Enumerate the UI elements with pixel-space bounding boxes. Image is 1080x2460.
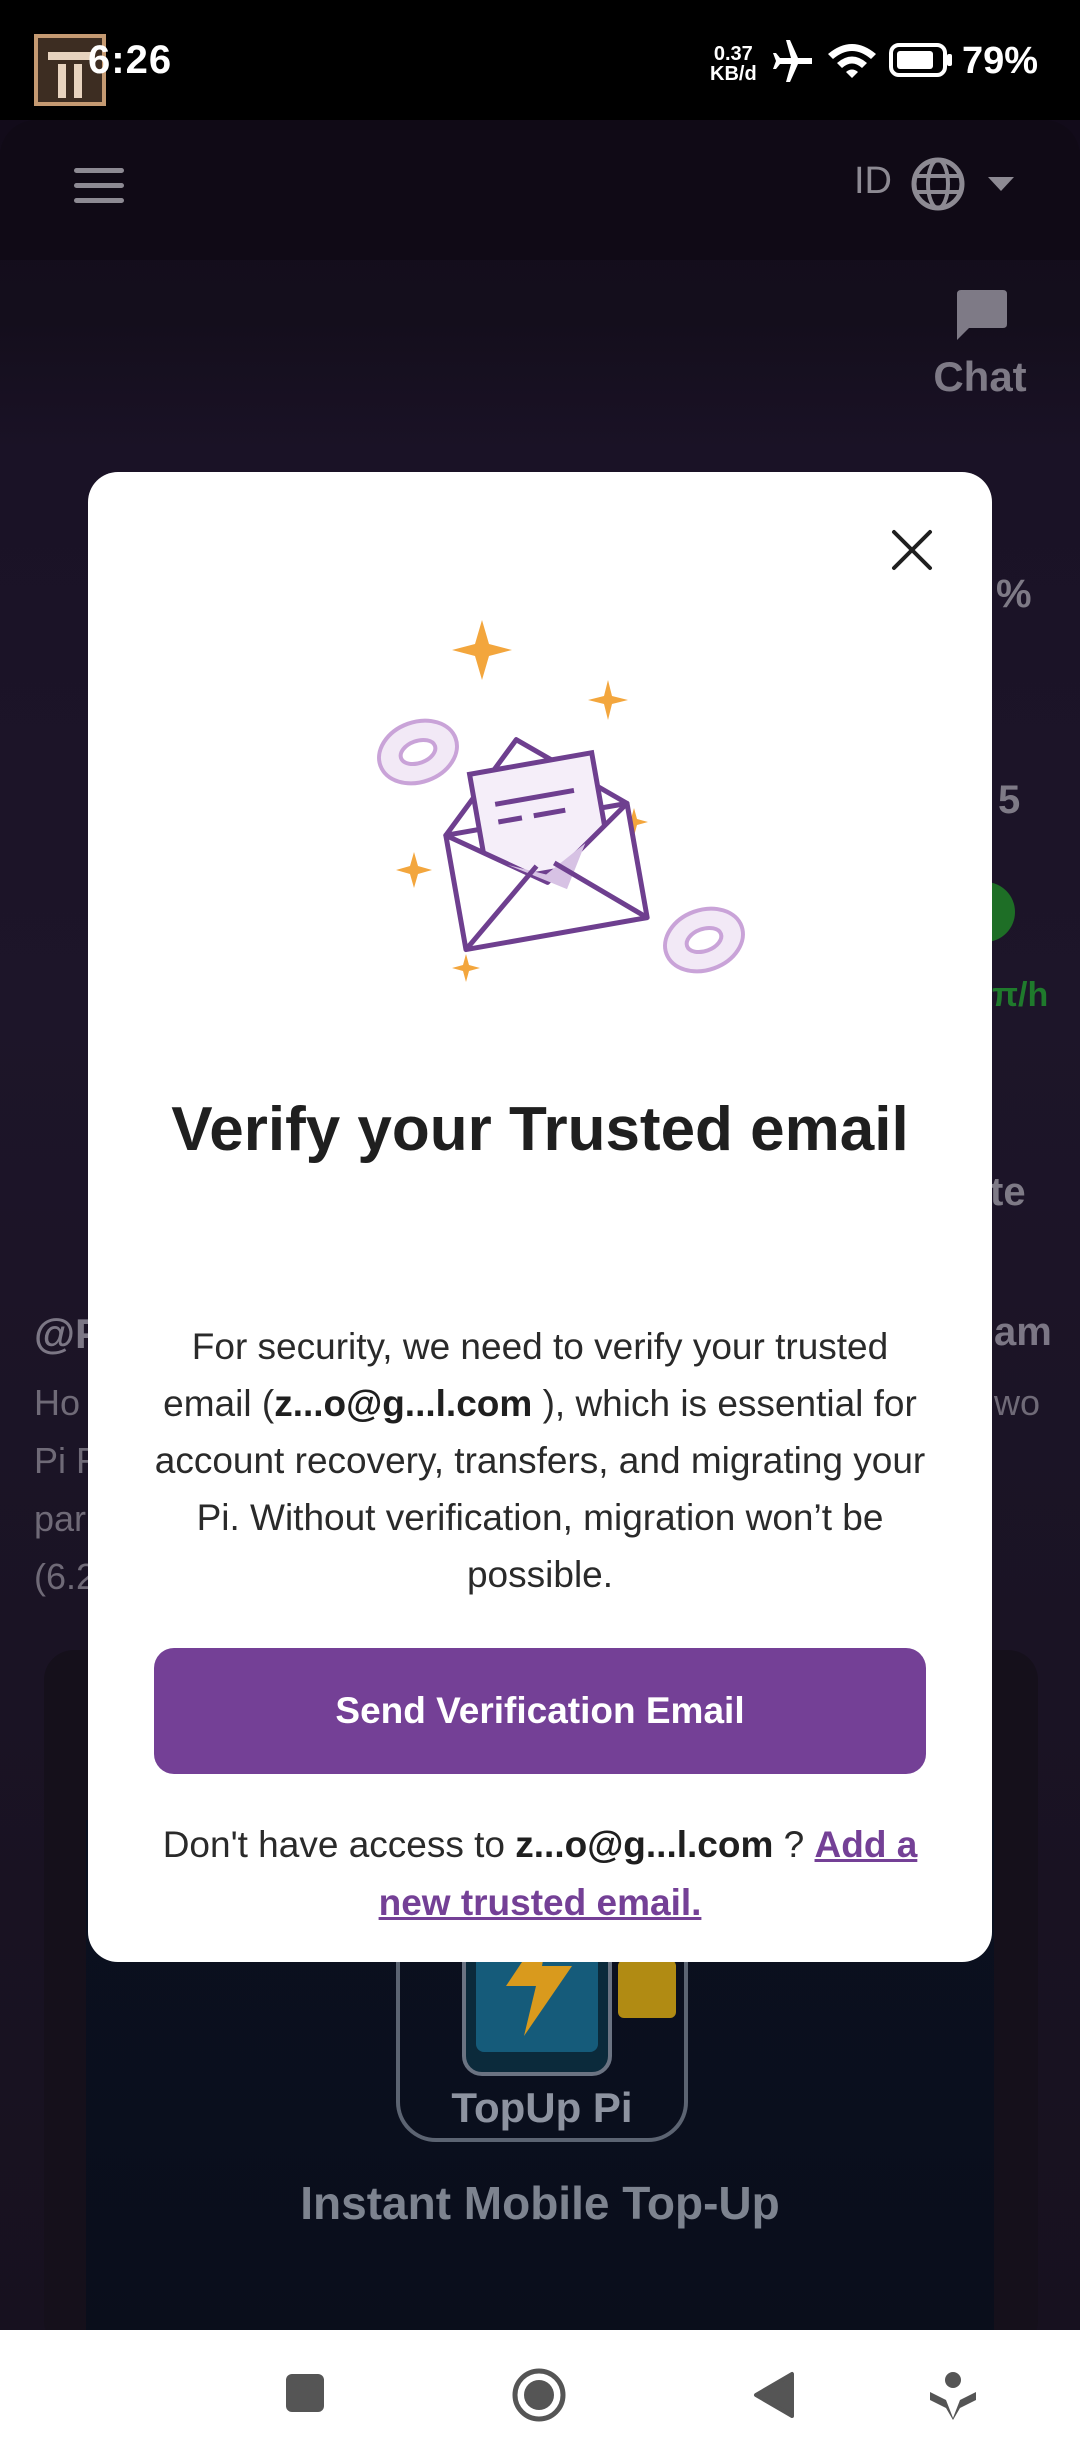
side-stat-te: te (990, 1170, 1026, 1214)
chevron-down-icon[interactable] (986, 174, 1016, 194)
gear-icon (663, 906, 745, 974)
close-icon[interactable] (884, 522, 940, 578)
battery-percent: 79% (962, 40, 1039, 82)
battery-icon (889, 43, 952, 77)
promo-tagline: Instant Mobile Top-Up (300, 2177, 780, 2229)
app-header: ID (0, 120, 1080, 260)
footer-text: ? (773, 1824, 815, 1865)
text-fragment: Ho (34, 1382, 81, 1423)
status-bar: 6:26 0.37 KB/d 79% (0, 0, 1080, 120)
promo-name: TopUp Pi (451, 2084, 633, 2131)
chat-label: Chat (933, 353, 1027, 400)
chat-icon (957, 290, 1007, 340)
masked-email: z...o@g...l.com (515, 1824, 774, 1865)
dialog-title: Verify your Trusted email (171, 1095, 909, 1164)
chat-button[interactable]: Chat (920, 288, 1040, 401)
home-icon[interactable] (510, 2366, 568, 2424)
recent-apps-icon[interactable] (282, 2370, 328, 2416)
text-fragment: wo (994, 1382, 1041, 1423)
language-label[interactable]: ID (854, 160, 892, 203)
send-verification-email-button[interactable]: Send Verification Email (154, 1648, 926, 1774)
globe-icon[interactable] (908, 154, 968, 214)
airplane-mode-icon (773, 40, 812, 82)
mining-rate: π/h (992, 976, 1049, 1014)
back-icon[interactable] (752, 2370, 798, 2420)
text-fragment: par (34, 1498, 87, 1539)
status-time: 6:26 (88, 38, 173, 82)
text-fragment: (6.2 (34, 1556, 97, 1597)
dialog-footer: Don't have access to z...o@g...l.com ? A… (148, 1816, 932, 1932)
envelope-illustration (377, 620, 745, 982)
gift-icon (618, 1960, 676, 2018)
masked-email: z...o@g...l.com (274, 1383, 533, 1424)
gear-icon (377, 718, 459, 786)
footer-text: Don't have access to (162, 1824, 516, 1865)
system-navigation-bar (0, 2330, 1080, 2460)
menu-icon[interactable] (74, 168, 124, 208)
wifi-icon (828, 44, 876, 78)
network-speed-value: 0.37 (713, 43, 753, 65)
text-fragment: am (994, 1310, 1052, 1354)
network-speed-unit: KB/d (710, 63, 757, 85)
network-speed: 0.37 KB/d (710, 44, 757, 84)
side-stat-count: 5 (998, 778, 1021, 822)
dialog-message: For security, we need to verify your tru… (148, 1318, 932, 1603)
accessibility-icon[interactable] (928, 2370, 978, 2422)
side-stat-percent: % (996, 572, 1032, 616)
verify-email-dialog: Verify your Trusted email For security, … (88, 472, 992, 1962)
